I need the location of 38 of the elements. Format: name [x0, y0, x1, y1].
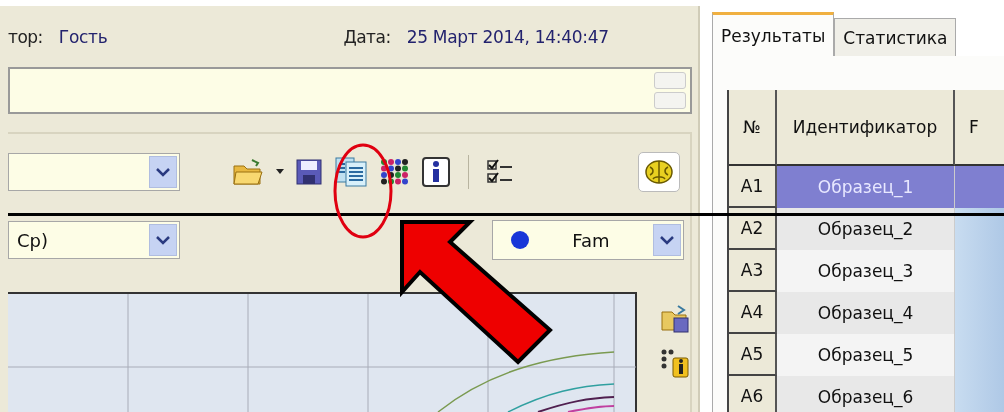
date-label: Дата: [343, 27, 391, 48]
sample-cell[interactable]: Образец_6 [777, 376, 955, 412]
well-cell: A6 [729, 376, 777, 412]
caret-icon[interactable] [276, 169, 284, 175]
chevron-down-icon [156, 235, 170, 245]
column-header: № [729, 90, 777, 166]
value-cell [955, 208, 1004, 250]
dot-grid-icon[interactable] [380, 158, 410, 186]
value-cell [955, 376, 1004, 412]
well-cell: A2 [729, 208, 777, 250]
dots-info-icon[interactable] [660, 348, 690, 378]
well-cell: A4 [729, 292, 777, 334]
sample-cell[interactable]: Образец_2 [777, 208, 955, 250]
folder-export-icon[interactable] [660, 304, 690, 334]
value-cell [955, 166, 1004, 208]
well-cell: A3 [729, 250, 777, 292]
save-icon[interactable] [296, 158, 322, 186]
sample-cell[interactable]: Образец_3 [777, 250, 955, 292]
copy-icon[interactable] [334, 156, 368, 188]
brain-button[interactable] [638, 152, 680, 192]
sample-cell[interactable]: Образец_4 [777, 292, 955, 334]
operator-label: тор: [8, 27, 43, 48]
checklist-icon[interactable] [487, 159, 513, 185]
chevron-down-icon [660, 235, 674, 245]
column-header: F [955, 90, 1004, 166]
column-header: Идентификатор [777, 90, 955, 166]
channel-select[interactable]: Fam [492, 220, 684, 260]
sample-cell[interactable]: Образец_5 [777, 334, 955, 376]
info-icon[interactable] [422, 157, 450, 187]
well-cell: A1 [729, 166, 777, 208]
tab[interactable]: Статистика [834, 18, 957, 56]
tab[interactable]: Результаты [712, 12, 835, 56]
chevron-down-icon [156, 167, 170, 177]
operator-name: Гость [58, 27, 108, 48]
well-cell: A5 [729, 334, 777, 376]
curve-select[interactable]: Cp) [8, 221, 180, 259]
folder-icon[interactable] [232, 158, 264, 186]
date-value: 25 Март 2014, 14:40:47 [406, 27, 609, 48]
